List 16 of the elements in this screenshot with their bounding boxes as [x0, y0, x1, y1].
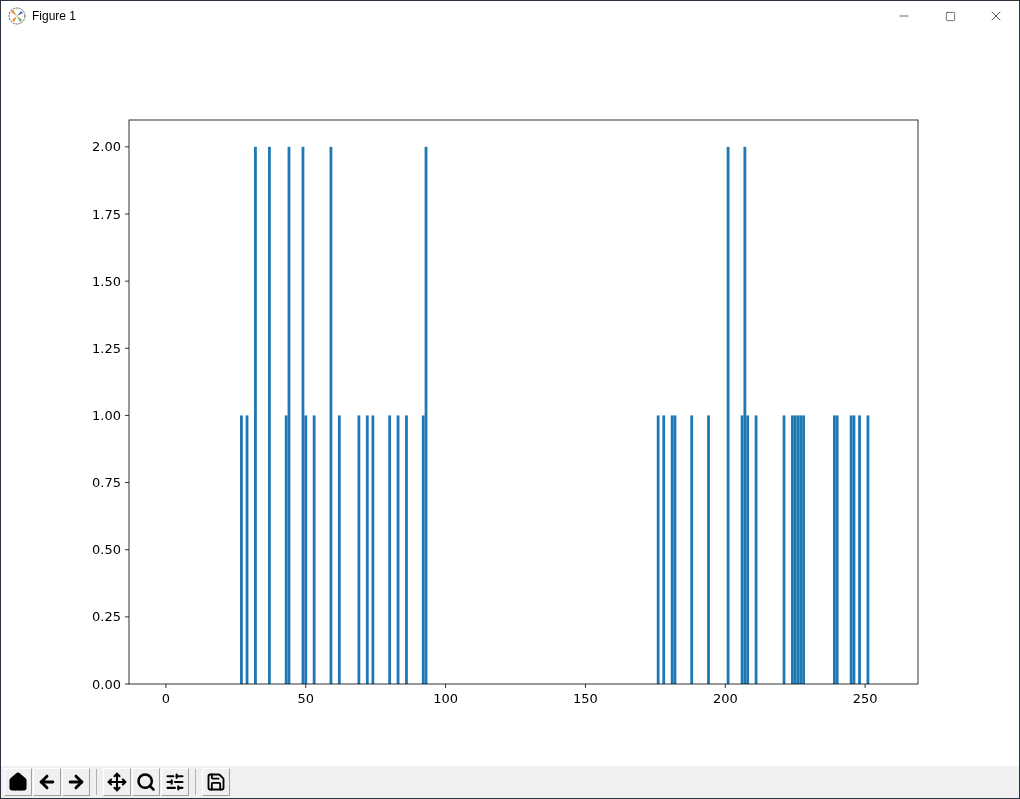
y-tick-label: 1.00 [92, 407, 121, 423]
window-title: Figure 1 [32, 8, 77, 25]
y-tick-label: 1.75 [92, 206, 121, 222]
y-tick-label: 0.50 [92, 542, 121, 558]
x-tick-label: 50 [297, 691, 315, 706]
y-tick-label: 1.25 [92, 340, 121, 356]
x-tick-label: 150 [573, 691, 598, 706]
x-tick-label: 200 [712, 691, 738, 706]
y-tick-label: 0.25 [92, 609, 121, 625]
y-tick-label: 0.75 [92, 475, 121, 491]
y-tick-label: 1.50 [92, 273, 121, 289]
x-tick-label: 250 [852, 691, 878, 706]
x-tick-label: 100 [433, 691, 458, 706]
y-tick-label: 0.00 [92, 676, 121, 692]
x-tick-label: 0 [161, 691, 171, 706]
y-tick-label: 2.00 [92, 139, 121, 155]
